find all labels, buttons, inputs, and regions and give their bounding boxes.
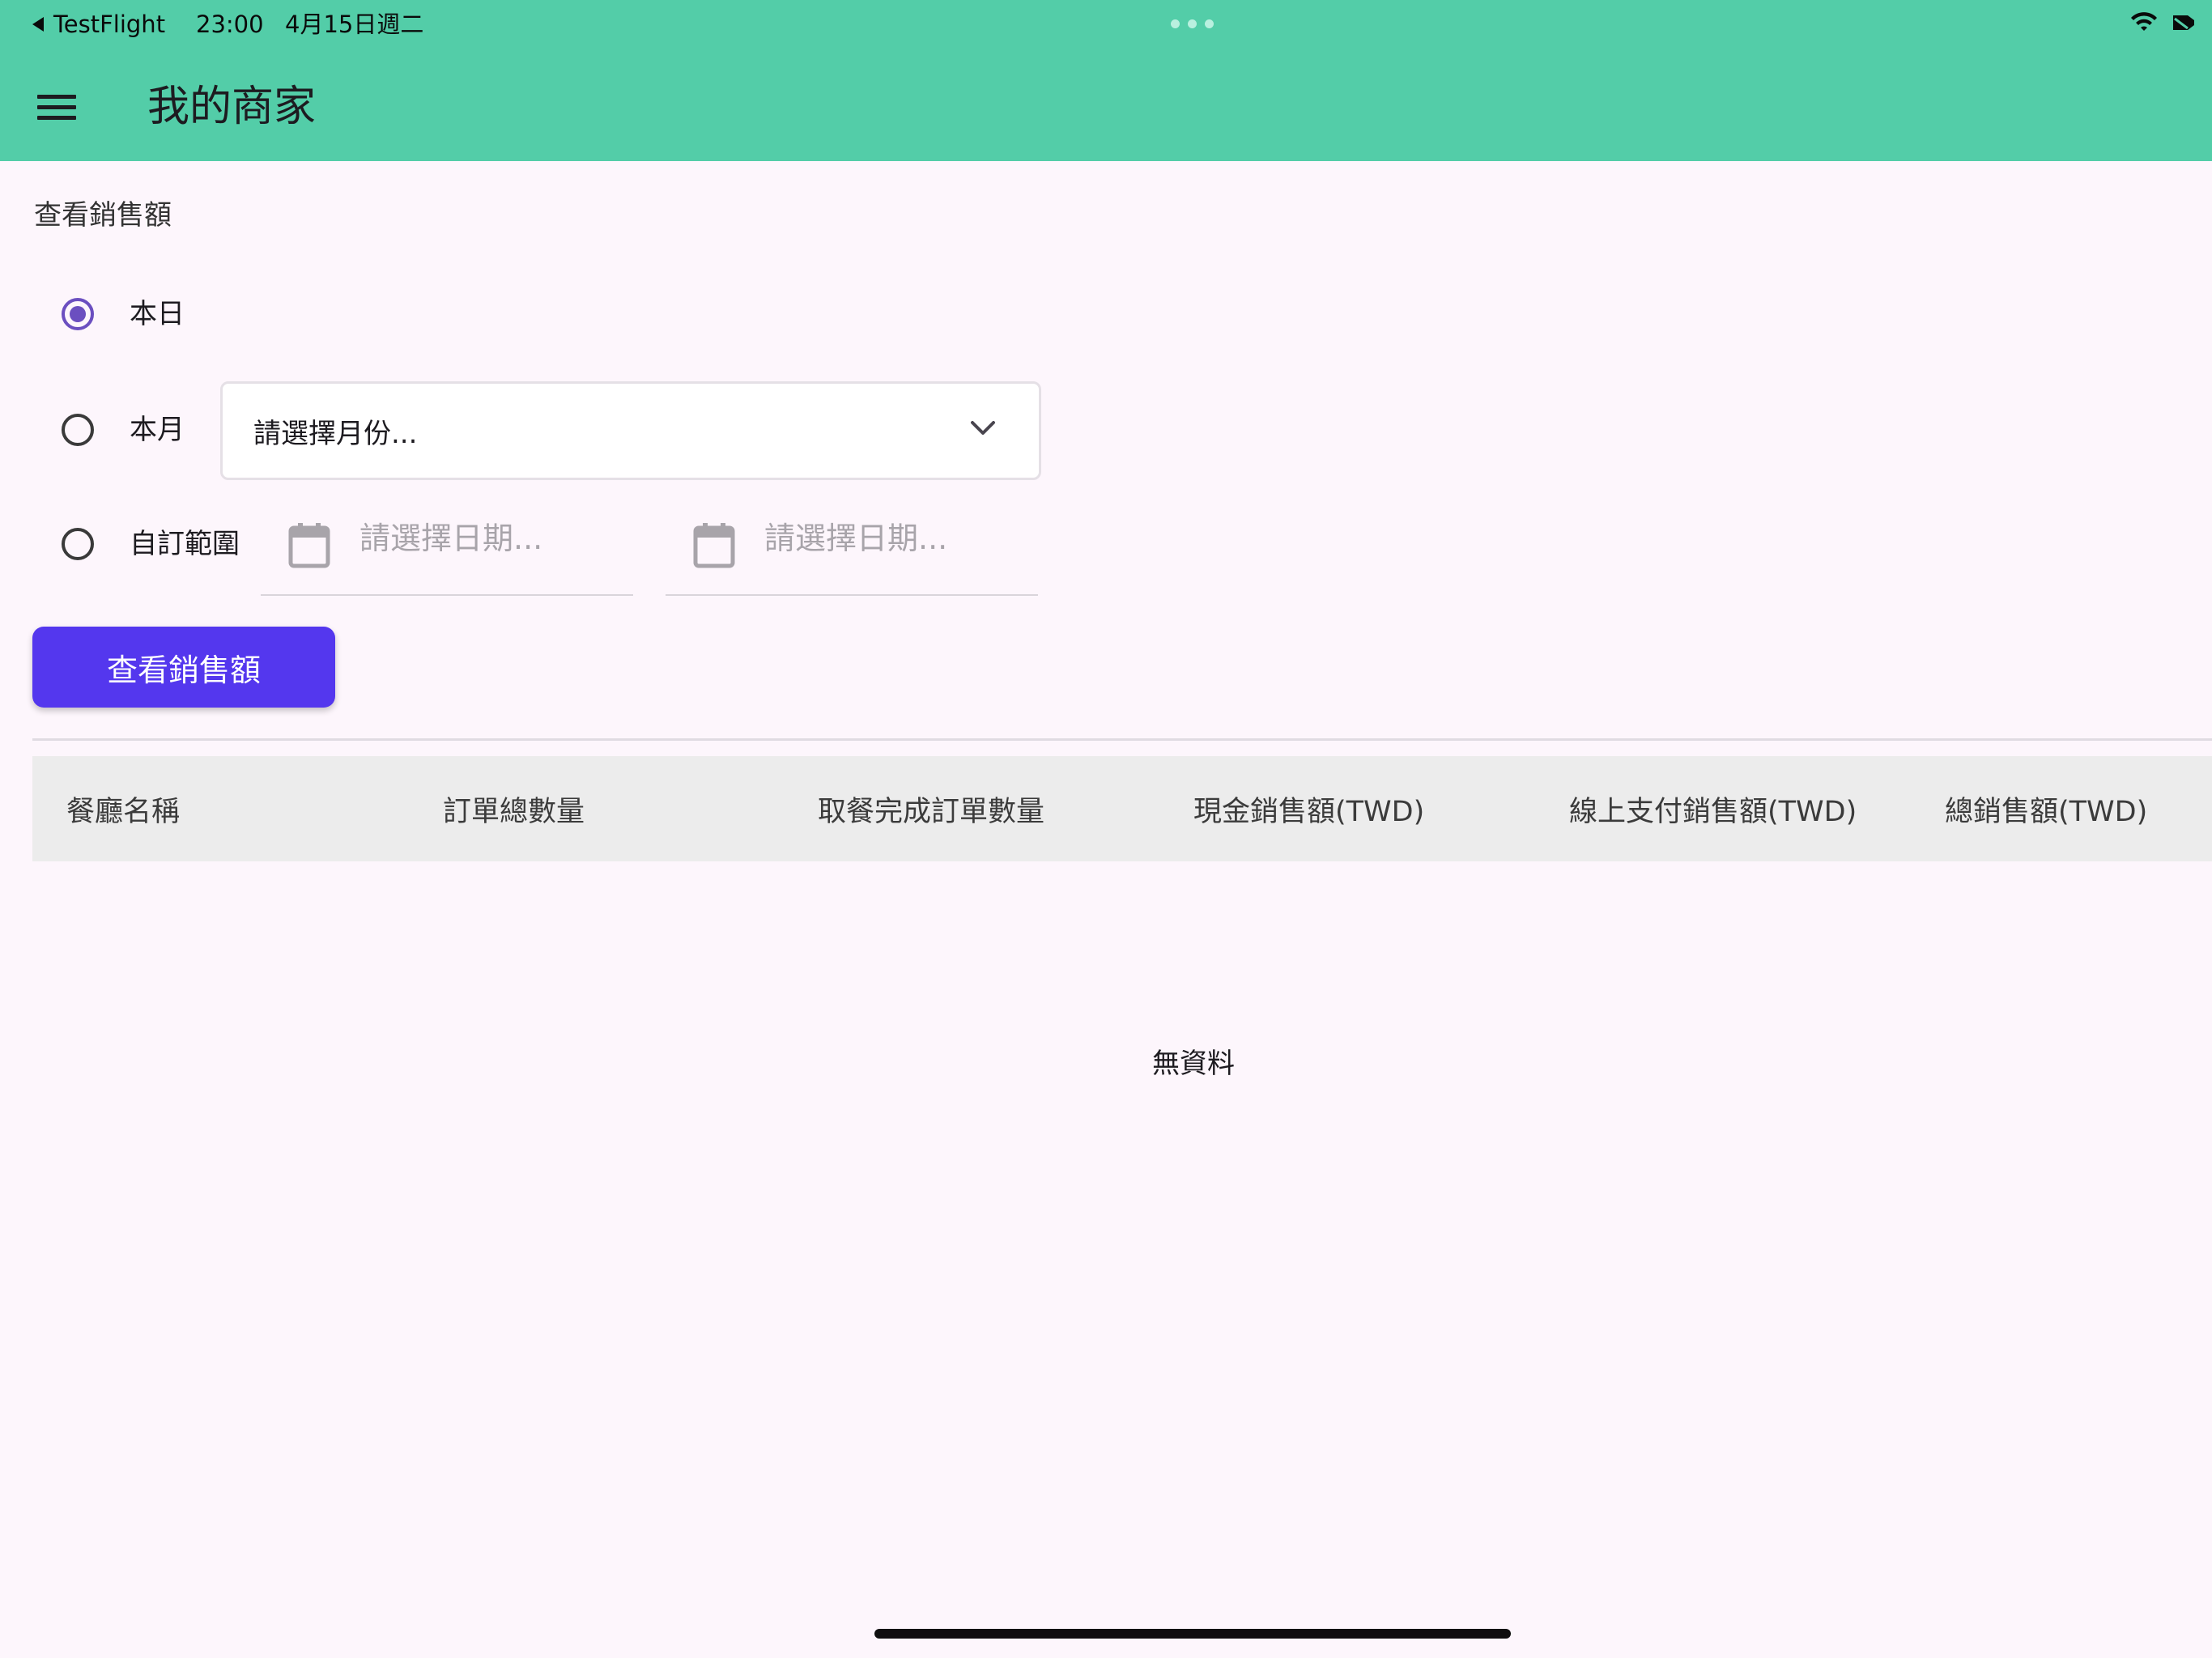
column-header-completed-orders[interactable]: 取餐完成訂單數量 [818,756,1044,861]
status-bar: TestFlight 23:00 4月15日週二 [0,0,2212,49]
calendar-icon [693,523,735,568]
page-title: 我的商家 [147,83,317,131]
empty-state: 無資料 [0,1041,2212,1081]
empty-state-text: 無資料 [1152,1048,1235,1080]
radio-label-month: 本月 [130,414,185,446]
column-header-restaurant-name[interactable]: 餐廳名稱 [66,756,180,861]
end-date-field[interactable]: 請選擇日期... [666,502,1038,596]
hamburger-menu-icon [37,88,76,126]
wifi-icon [2131,12,2157,31]
table-header: 餐廳名稱 訂單總數量 取餐完成訂單數量 現金銷售額(TWD) 線上支付銷售額(T… [32,756,2212,861]
radio-button[interactable] [62,414,94,446]
status-time: 23:00 [196,11,264,38]
radio-option-today[interactable]: 本日 [62,296,185,332]
column-header-total-orders[interactable]: 訂單總數量 [443,756,585,861]
chevron-down-icon [971,421,995,435]
column-header-online-sales[interactable]: 線上支付銷售額(TWD) [1569,756,1857,861]
app-bar: TestFlight 23:00 4月15日週二 我的商家 [0,0,2212,161]
month-select[interactable]: 請選擇月份... [220,381,1041,480]
radio-button[interactable] [62,528,94,560]
section-title: 查看銷售額 [34,199,172,232]
back-app-label: TestFlight [53,11,166,38]
radio-label-custom-range: 自訂範圍 [130,528,240,560]
battery-icon [2173,15,2194,30]
status-date: 4月15日週二 [285,11,424,38]
home-indicator[interactable] [874,1629,1511,1639]
calendar-icon [288,523,330,568]
multitasking-dots-icon[interactable] [1171,19,1214,28]
start-date-placeholder: 請選擇日期... [359,521,543,556]
view-sales-button[interactable]: 查看銷售額 [32,627,335,708]
radio-option-custom-range[interactable]: 自訂範圍 [62,526,240,562]
end-date-placeholder: 請選擇日期... [764,521,948,556]
status-icons [2129,11,2196,34]
back-arrow-icon [32,17,44,32]
start-date-field[interactable]: 請選擇日期... [261,502,633,596]
menu-button[interactable] [23,73,91,141]
column-header-cash-sales[interactable]: 現金銷售額(TWD) [1193,756,1424,861]
column-header-total-sales[interactable]: 總銷售額(TWD) [1945,756,2147,861]
radio-label-today: 本日 [130,298,185,330]
divider [32,738,2212,741]
month-select-value: 請選擇月份... [253,417,418,450]
back-to-app-link[interactable]: TestFlight [32,10,165,39]
radio-button-checked[interactable] [62,298,94,330]
radio-option-month[interactable]: 本月 [62,412,185,448]
